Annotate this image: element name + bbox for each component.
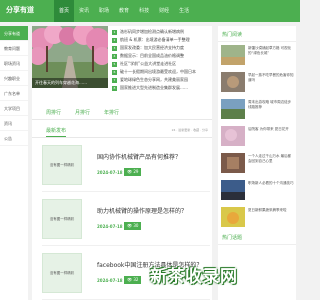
article-item[interactable]: 没有图一样精彩 国内协作机械臂产品有何推荐？ 2024-07-18 👁 29 [42,142,210,192]
article-date: 2024-07-18 [97,278,123,283]
site-logo[interactable]: 分享有道 [6,5,34,15]
tab-yearly[interactable]: 年排行 [104,106,119,119]
top-navigation-bar: 分享有道 首页 资讯 职场 教育 科技 财经 生活 [0,0,300,22]
hot-thumbnail [221,207,245,227]
article-views-badge: 👁 30 [124,222,142,230]
hot-thumbnail [221,153,245,173]
tab-monthly[interactable]: 月排行 [75,106,90,119]
hot-thumbnail [221,99,245,119]
article-thumbnail[interactable]: 没有图一样精彩 [42,253,82,293]
hot-item[interactable]: 职场新人必看的十个沟通技巧 [221,180,294,204]
sidebar-item-guangdong[interactable]: 广东名单 [0,86,28,101]
sidebar-item-university[interactable]: 大学项目 [0,101,28,116]
headline-item[interactable]: 6 破十一长假期间出境游最受欢迎，中国日本 [112,68,210,76]
nav-item-career[interactable]: 职场 [94,0,114,22]
section-meta: 24 · 最新更新 · 收藏 · 分享 [171,128,208,132]
headline-item[interactable]: 5 社区“学前”公益大讲堂走进社区 [112,60,210,68]
hot-item[interactable]: 后院客 为你带来 夏日花开 [221,126,293,150]
sidebar-item-home[interactable]: 分享有道 [0,26,28,41]
headline-item[interactable]: 2 航班 & 机票：出境游必备清单一手整理 [112,36,210,44]
hot-thumbnail [221,72,245,92]
hot-item[interactable]: 夏日新鲜果蔬采摘季来啦 [221,207,293,231]
sidebar-item-education[interactable]: 教育问题 [0,41,28,56]
hero-caption: 开往春天的列车穿越花海…… [32,78,108,88]
headline-item[interactable]: 8 国家推进大型先进制造业集群发展…… [112,84,210,92]
article-title[interactable]: 助力机械臂的操作原理是怎样的？ [97,206,187,215]
hot-item[interactable]: 一个人走过千山万水 最后都会回到自己心里 [221,153,293,177]
headline-item[interactable]: 1 洛杉矶同步增加检测点确认新增病例 [112,28,210,36]
sidebar-item-notice[interactable]: 公告 [0,131,28,146]
article-thumbnail[interactable]: 没有图一样精彩 [42,145,82,185]
headline-item[interactable]: 7 爱地球绿色生态分享网，共建美丽家园 [112,76,210,84]
left-sidebar: 分享有道 教育问题 职场资讯 兴趣职业 广东名单 大学项目 资讯 公告 [0,26,28,300]
headline-item[interactable]: 4 数据显示：目前全国成品油价格调整 [112,52,210,60]
sidebar-item-career[interactable]: 职场资讯 [0,56,28,71]
latest-section-header: 最新发布 24 · 最新更新 · 收藏 · 分享 [32,124,212,138]
main-nav: 首页 资讯 职场 教育 科技 财经 生活 [54,0,194,22]
hero-carousel[interactable]: 开往春天的列车穿越花海…… [32,26,108,88]
hot-item[interactable]: 周末出游攻略 城市周边徒步线路推荐 [221,99,293,123]
article-title[interactable]: 国内协作机械臂产品有何推荐？ [97,152,181,161]
watermark-text: 新茶收录网 [150,267,238,287]
nav-item-finance[interactable]: 财经 [154,0,174,22]
sidebar-item-news[interactable]: 资讯 [0,116,28,131]
hot-topics-title: 热门话题 [218,234,296,245]
hot-item[interactable]: 早起一族不吃早餐的危害你知道吗 [221,72,294,96]
nav-item-life[interactable]: 生活 [174,0,194,22]
section-title: 最新发布 [46,127,67,137]
article-date: 2024-07-18 [97,224,123,229]
headline-list: 1 洛杉矶同步增加检测点确认新增病例 2 航班 & 机票：出境游必备清单一手整理 3… [112,28,210,92]
tab-weekly[interactable]: 周排行 [46,106,61,119]
article-thumbnail[interactable]: 没有图一样精彩 [42,199,82,239]
main-content: 开往春天的列车穿越花海…… 1 洛杉矶同步增加检测点确认新增病例 2 航班 & 机票… [32,26,212,300]
hot-item[interactable]: 新疆沙漠铺起草方格 可视化的“绿色长城” [221,45,293,69]
nav-item-education[interactable]: 教育 [114,0,134,22]
nav-item-home[interactable]: 首页 [54,0,75,22]
article-views-badge: 👁 32 [124,276,142,284]
ranking-tabs: 周排行 月排行 年排行 [32,106,212,120]
hot-thumbnail [221,126,245,146]
nav-item-news[interactable]: 资讯 [74,0,94,22]
right-sidebar: 热门阅读 新疆沙漠铺起草方格 可视化的“绿色长城” 早起一族不吃早餐的危害你知道… [218,26,296,300]
article-date: 2024-07-18 [97,170,123,175]
headline-item[interactable]: 3 国家发改委：加大民营经济支持力度 [112,44,210,52]
hot-thumbnail [221,180,245,200]
article-item[interactable]: 没有图一样精彩 助力机械臂的操作原理是怎样的？ 2024-07-18 👁 30 [42,196,210,246]
nav-item-tech[interactable]: 科技 [134,0,154,22]
sidebar-item-interest[interactable]: 兴趣职业 [0,71,28,86]
hot-thumbnail [221,45,245,65]
hot-reading-title: 热门阅读 [218,26,296,42]
article-views-badge: 👁 29 [124,168,142,176]
